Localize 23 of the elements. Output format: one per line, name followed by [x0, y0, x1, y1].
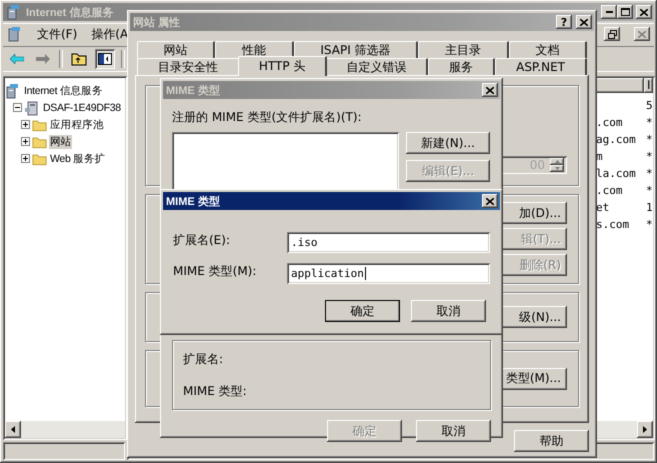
- window-title: MIME 类型: [166, 84, 221, 98]
- table-cell-text: s.com: [596, 218, 630, 231]
- list-label: 注册的 MIME 类型(文件扩展名)(T):: [172, 109, 362, 126]
- table-cell: 5: [646, 99, 653, 112]
- field-label: MIME 类型(M):: [173, 263, 258, 280]
- table-cell-text: .com: [596, 184, 624, 197]
- table-cell-text: la.com: [596, 167, 637, 180]
- table-cell: *: [646, 218, 653, 231]
- table-cell: *: [646, 116, 653, 129]
- table-cell: *: [646, 133, 653, 146]
- detail-label: MIME 类型:: [183, 382, 247, 400]
- table-cell: *: [646, 150, 653, 163]
- table-cell-text: .com: [596, 116, 624, 129]
- table-cell-text: ag.com: [596, 133, 637, 146]
- table-cell: *: [646, 167, 653, 180]
- table-cell: 1: [646, 201, 653, 214]
- table-cell: *: [646, 184, 653, 197]
- table-cell-text: et: [596, 201, 610, 214]
- field-label: 扩展名(E):: [173, 232, 231, 249]
- detail-label: 扩展名:: [183, 350, 224, 368]
- window-title: Internet 信息服务: [26, 6, 114, 20]
- window-title: MIME 类型: [166, 194, 221, 208]
- window-title: 网站 属性: [133, 16, 182, 30]
